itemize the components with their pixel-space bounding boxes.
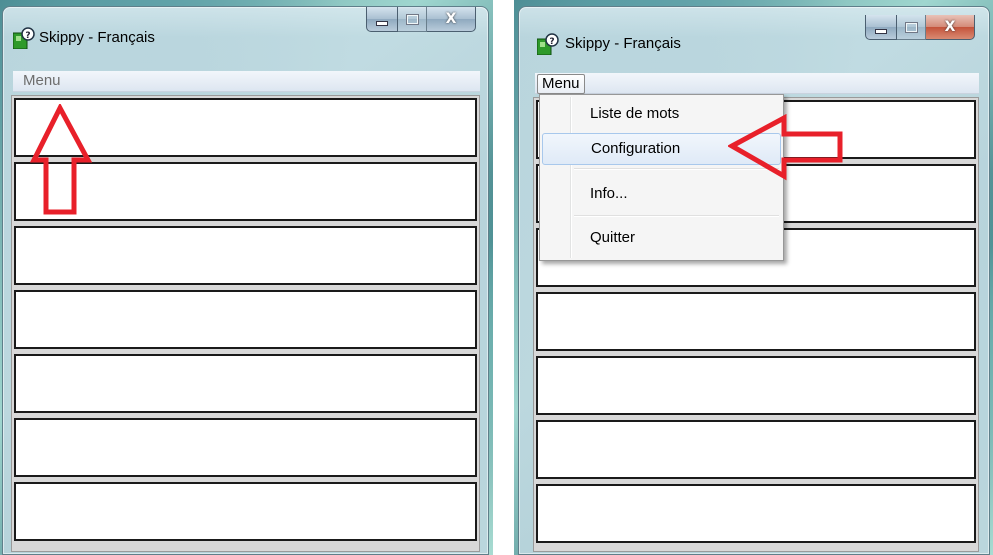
menu-button[interactable]: Menu <box>537 74 585 94</box>
menu-item-label: Info... <box>590 185 628 202</box>
minimize-icon <box>875 28 887 34</box>
app-icon: ? <box>537 33 559 55</box>
word-slot[interactable] <box>536 484 976 543</box>
word-slot[interactable] <box>14 354 477 413</box>
close-icon: X <box>944 19 956 35</box>
minimize-icon <box>376 20 388 26</box>
title-bar[interactable]: ? Skippy - Français X <box>3 7 488 59</box>
maximize-button[interactable] <box>897 15 926 40</box>
word-slot[interactable] <box>14 418 477 477</box>
menu-separator <box>574 215 779 217</box>
arrow-annotation-up <box>30 104 93 215</box>
window-title: Skippy - Français <box>565 35 681 52</box>
window-title: Skippy - Français <box>39 29 155 46</box>
menu-item-label: Configuration <box>591 140 681 157</box>
skippy-window: ? Skippy - Français X Menu <box>2 6 489 555</box>
word-slot[interactable] <box>536 420 976 479</box>
word-slot[interactable] <box>536 356 976 415</box>
close-button[interactable]: X <box>926 15 975 40</box>
skippy-window: ? Skippy - Français X Menu Liste de mots… <box>518 6 990 555</box>
close-icon: X <box>445 11 457 27</box>
window-controls: X <box>366 7 476 33</box>
minimize-button[interactable] <box>865 15 897 40</box>
maximize-icon <box>904 21 918 33</box>
word-slot[interactable] <box>14 226 477 285</box>
app-icon: ? <box>13 27 35 49</box>
title-bar[interactable]: ? Skippy - Français X <box>519 7 989 59</box>
menu-item-info[interactable]: Info... <box>542 179 781 209</box>
maximize-button[interactable] <box>398 7 427 32</box>
window-controls: X <box>865 15 975 41</box>
screenshot-after: ? Skippy - Français X Menu Liste de mots… <box>514 0 993 555</box>
maximize-icon <box>405 13 419 25</box>
svg-text:?: ? <box>25 31 30 41</box>
menu-item-label: Quitter <box>590 229 636 246</box>
menu-bar: Menu <box>535 73 979 94</box>
close-button[interactable]: X <box>427 7 476 32</box>
word-slot[interactable] <box>14 482 477 541</box>
menu-item-quitter[interactable]: Quitter <box>542 223 781 253</box>
arrow-annotation-left <box>728 114 843 181</box>
menu-bar: Menu <box>13 71 480 92</box>
screenshot-before: ? Skippy - Français X Menu <box>0 0 493 555</box>
svg-text:?: ? <box>549 37 554 47</box>
menu-item-label: Liste de mots <box>590 105 680 122</box>
menu-button[interactable]: Menu <box>19 72 65 90</box>
word-slot[interactable] <box>536 292 976 351</box>
minimize-button[interactable] <box>366 7 398 32</box>
word-slot[interactable] <box>14 290 477 349</box>
